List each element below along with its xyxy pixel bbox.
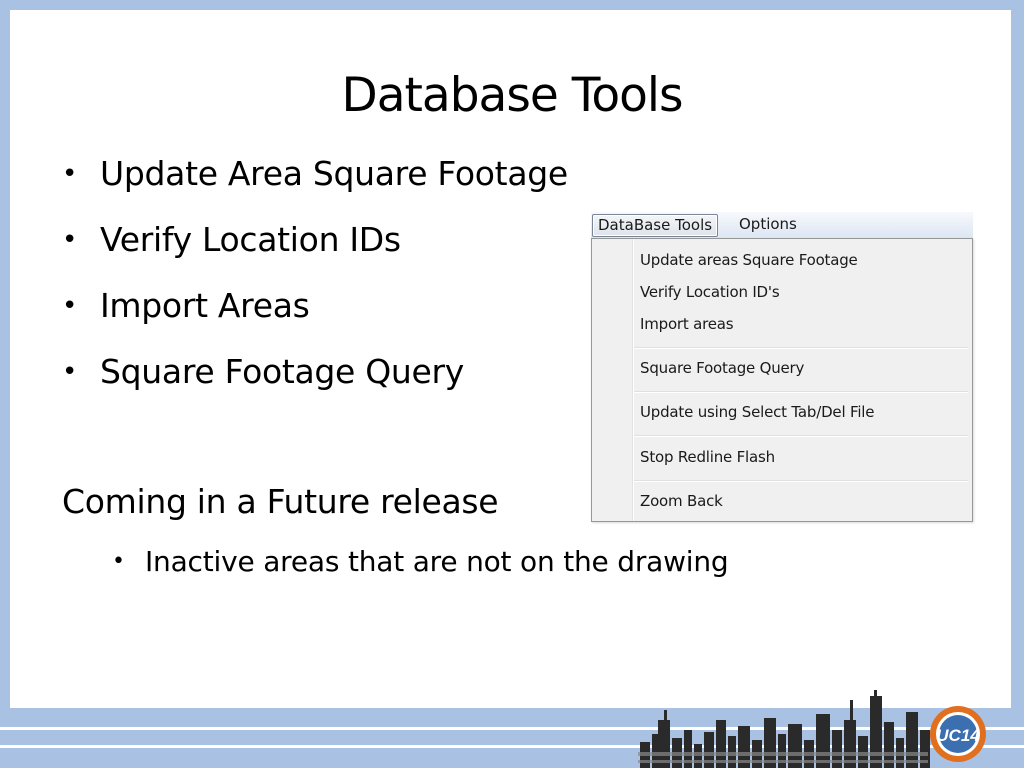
logo-text: UC14	[936, 726, 980, 745]
menu-item-import-areas[interactable]: Import areas	[640, 311, 734, 337]
slide-frame: Database Tools • Update Area Square Foot…	[0, 0, 1024, 768]
menu-screenshot: DataBase Tools Options Update areas Squa…	[591, 212, 973, 522]
menu-item-zoom-back[interactable]: Zoom Back	[640, 488, 723, 514]
future-release-heading: Coming in a Future release	[62, 482, 499, 521]
bullet-label: Verify Location IDs	[100, 220, 401, 259]
menu-item-update-areas-square-footage[interactable]: Update areas Square Footage	[640, 247, 858, 273]
bullet-label: Update Area Square Footage	[100, 154, 568, 193]
slide-title: Database Tools	[341, 68, 684, 123]
bullet-label: Import Areas	[100, 286, 310, 325]
bullet-item: • Import Areas	[60, 280, 568, 346]
database-tools-dropdown: Update areas Square Footage Verify Locat…	[591, 238, 973, 522]
bullet-dot-icon: •	[62, 291, 78, 321]
menu-separator	[634, 391, 968, 393]
menu-options[interactable]: Options	[734, 214, 802, 235]
bullet-dot-icon: •	[62, 357, 78, 387]
menu-database-tools[interactable]: DataBase Tools	[592, 214, 719, 237]
bullet-item: • Verify Location IDs	[60, 214, 568, 280]
menu-item-verify-location-ids[interactable]: Verify Location ID's	[640, 279, 780, 305]
bullet-dot-icon: •	[112, 549, 125, 574]
menu-icon-gutter	[632, 239, 633, 521]
menu-bar: DataBase Tools Options	[591, 212, 973, 239]
menu-item-square-footage-query[interactable]: Square Footage Query	[640, 355, 804, 381]
bullet-list: • Update Area Square Footage • Verify Lo…	[60, 148, 568, 412]
bullet-label: Square Footage Query	[100, 352, 465, 391]
menu-item-update-using-select-tab[interactable]: Update using Select Tab/Del File	[640, 399, 874, 425]
bullet-item: • Update Area Square Footage	[60, 148, 568, 214]
bullet-item: • Square Footage Query	[60, 346, 568, 412]
uc14-logo: UC14	[930, 706, 986, 762]
bullet-dot-icon: •	[62, 159, 78, 189]
menu-separator	[634, 480, 968, 482]
menu-separator	[634, 435, 968, 437]
bullet-dot-icon: •	[62, 225, 78, 255]
sub-bullet-label: Inactive areas that are not on the drawi…	[145, 545, 729, 578]
menu-item-stop-redline-flash[interactable]: Stop Redline Flash	[640, 444, 775, 470]
sub-bullet-item: • Inactive areas that are not on the dra…	[112, 540, 729, 584]
menu-separator	[634, 347, 968, 349]
